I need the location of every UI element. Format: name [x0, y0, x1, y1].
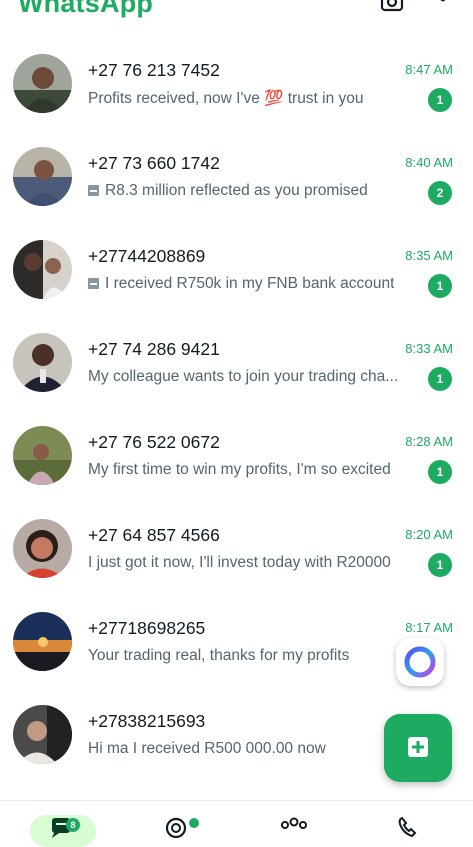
- message-preview: I received R750k in my FNB bank account: [88, 275, 394, 293]
- calls-icon[interactable]: [396, 815, 420, 839]
- unread-count-badge: 2: [428, 181, 452, 205]
- message-time: 8:17 AM: [405, 620, 453, 635]
- message-time: 8:28 AM: [405, 434, 453, 449]
- message-preview: R8.3 million reflected as you promised: [88, 182, 368, 200]
- unread-count-badge: 1: [428, 88, 452, 112]
- chat-row[interactable]: +27 76 213 7452 8:47 AM Profits received…: [0, 40, 473, 133]
- message-preview: Profits received, now I've 💯 trust in yo…: [88, 90, 364, 107]
- contact-avatar[interactable]: [13, 54, 72, 113]
- more-options-icon[interactable]: [438, 0, 448, 14]
- contact-name: +27718698265: [88, 618, 206, 638]
- unread-count-badge: 1: [428, 274, 452, 298]
- new-chat-button[interactable]: [384, 714, 452, 782]
- message-time: 8:35 AM: [405, 248, 453, 263]
- app-title: WhatsApp: [18, 0, 154, 18]
- image-message-icon: [88, 278, 99, 289]
- unread-count-badge: 1: [428, 460, 452, 484]
- contact-avatar[interactable]: [13, 240, 72, 299]
- message-preview-text: R8.3 million reflected as you promised: [105, 182, 368, 199]
- contact-name: +27838215693: [88, 711, 206, 731]
- app-header: WhatsApp: [0, 0, 473, 40]
- image-message-icon: [88, 185, 99, 196]
- contact-avatar[interactable]: [13, 705, 72, 764]
- contact-name: +27744208869: [88, 246, 206, 266]
- unread-count-badge: 1: [428, 367, 452, 391]
- message-preview: Your trading real, thanks for my profits: [88, 647, 350, 664]
- chat-row[interactable]: +27 73 660 1742 8:40 AM R8.3 million ref…: [0, 133, 473, 226]
- message-preview: Hi ma I received R500 000.00 now: [88, 740, 326, 757]
- message-preview: I just got it now, I'll invest today wit…: [88, 554, 391, 571]
- chats-unread-badge: 8: [66, 818, 80, 832]
- communities-icon[interactable]: [279, 815, 309, 839]
- chat-row[interactable]: +27 64 857 4566 8:20 AM I just got it no…: [0, 505, 473, 598]
- contact-name: +27 76 522 0672: [88, 432, 220, 452]
- updates-icon[interactable]: [164, 815, 190, 841]
- message-preview: My colleague wants to join your trading …: [88, 368, 399, 385]
- contact-avatar[interactable]: [13, 519, 72, 578]
- contact-avatar[interactable]: [13, 333, 72, 392]
- contact-avatar[interactable]: [13, 612, 72, 671]
- unread-count-badge: 1: [428, 553, 452, 577]
- message-preview: My first time to win my profits, I'm so …: [88, 461, 391, 478]
- contact-name: +27 73 660 1742: [88, 153, 220, 173]
- meta-ai-button[interactable]: [396, 638, 444, 686]
- contact-name: +27 64 857 4566: [88, 525, 220, 545]
- contact-avatar[interactable]: [13, 426, 72, 485]
- message-preview-text: I received R750k in my FNB bank account: [105, 275, 395, 292]
- chat-row[interactable]: +27 76 522 0672 8:28 AM My first time to…: [0, 412, 473, 505]
- message-time: 8:47 AM: [405, 62, 453, 77]
- contact-name: +27 74 286 9421: [88, 339, 220, 359]
- chat-row[interactable]: +27744208869 8:35 AM I received R750k in…: [0, 226, 473, 319]
- bottom-nav-divider: [0, 800, 473, 801]
- message-time: 8:40 AM: [405, 155, 453, 170]
- camera-icon[interactable]: [380, 0, 404, 14]
- new-chat-icon: [408, 737, 428, 757]
- message-time: 8:33 AM: [405, 341, 453, 356]
- contact-name: +27 76 213 7452: [88, 60, 220, 80]
- updates-dot: [189, 818, 199, 828]
- contact-avatar[interactable]: [13, 147, 72, 206]
- meta-ai-icon: [404, 646, 436, 678]
- chat-row[interactable]: +27 74 286 9421 8:33 AM My colleague wan…: [0, 319, 473, 412]
- message-time: 8:20 AM: [405, 527, 453, 542]
